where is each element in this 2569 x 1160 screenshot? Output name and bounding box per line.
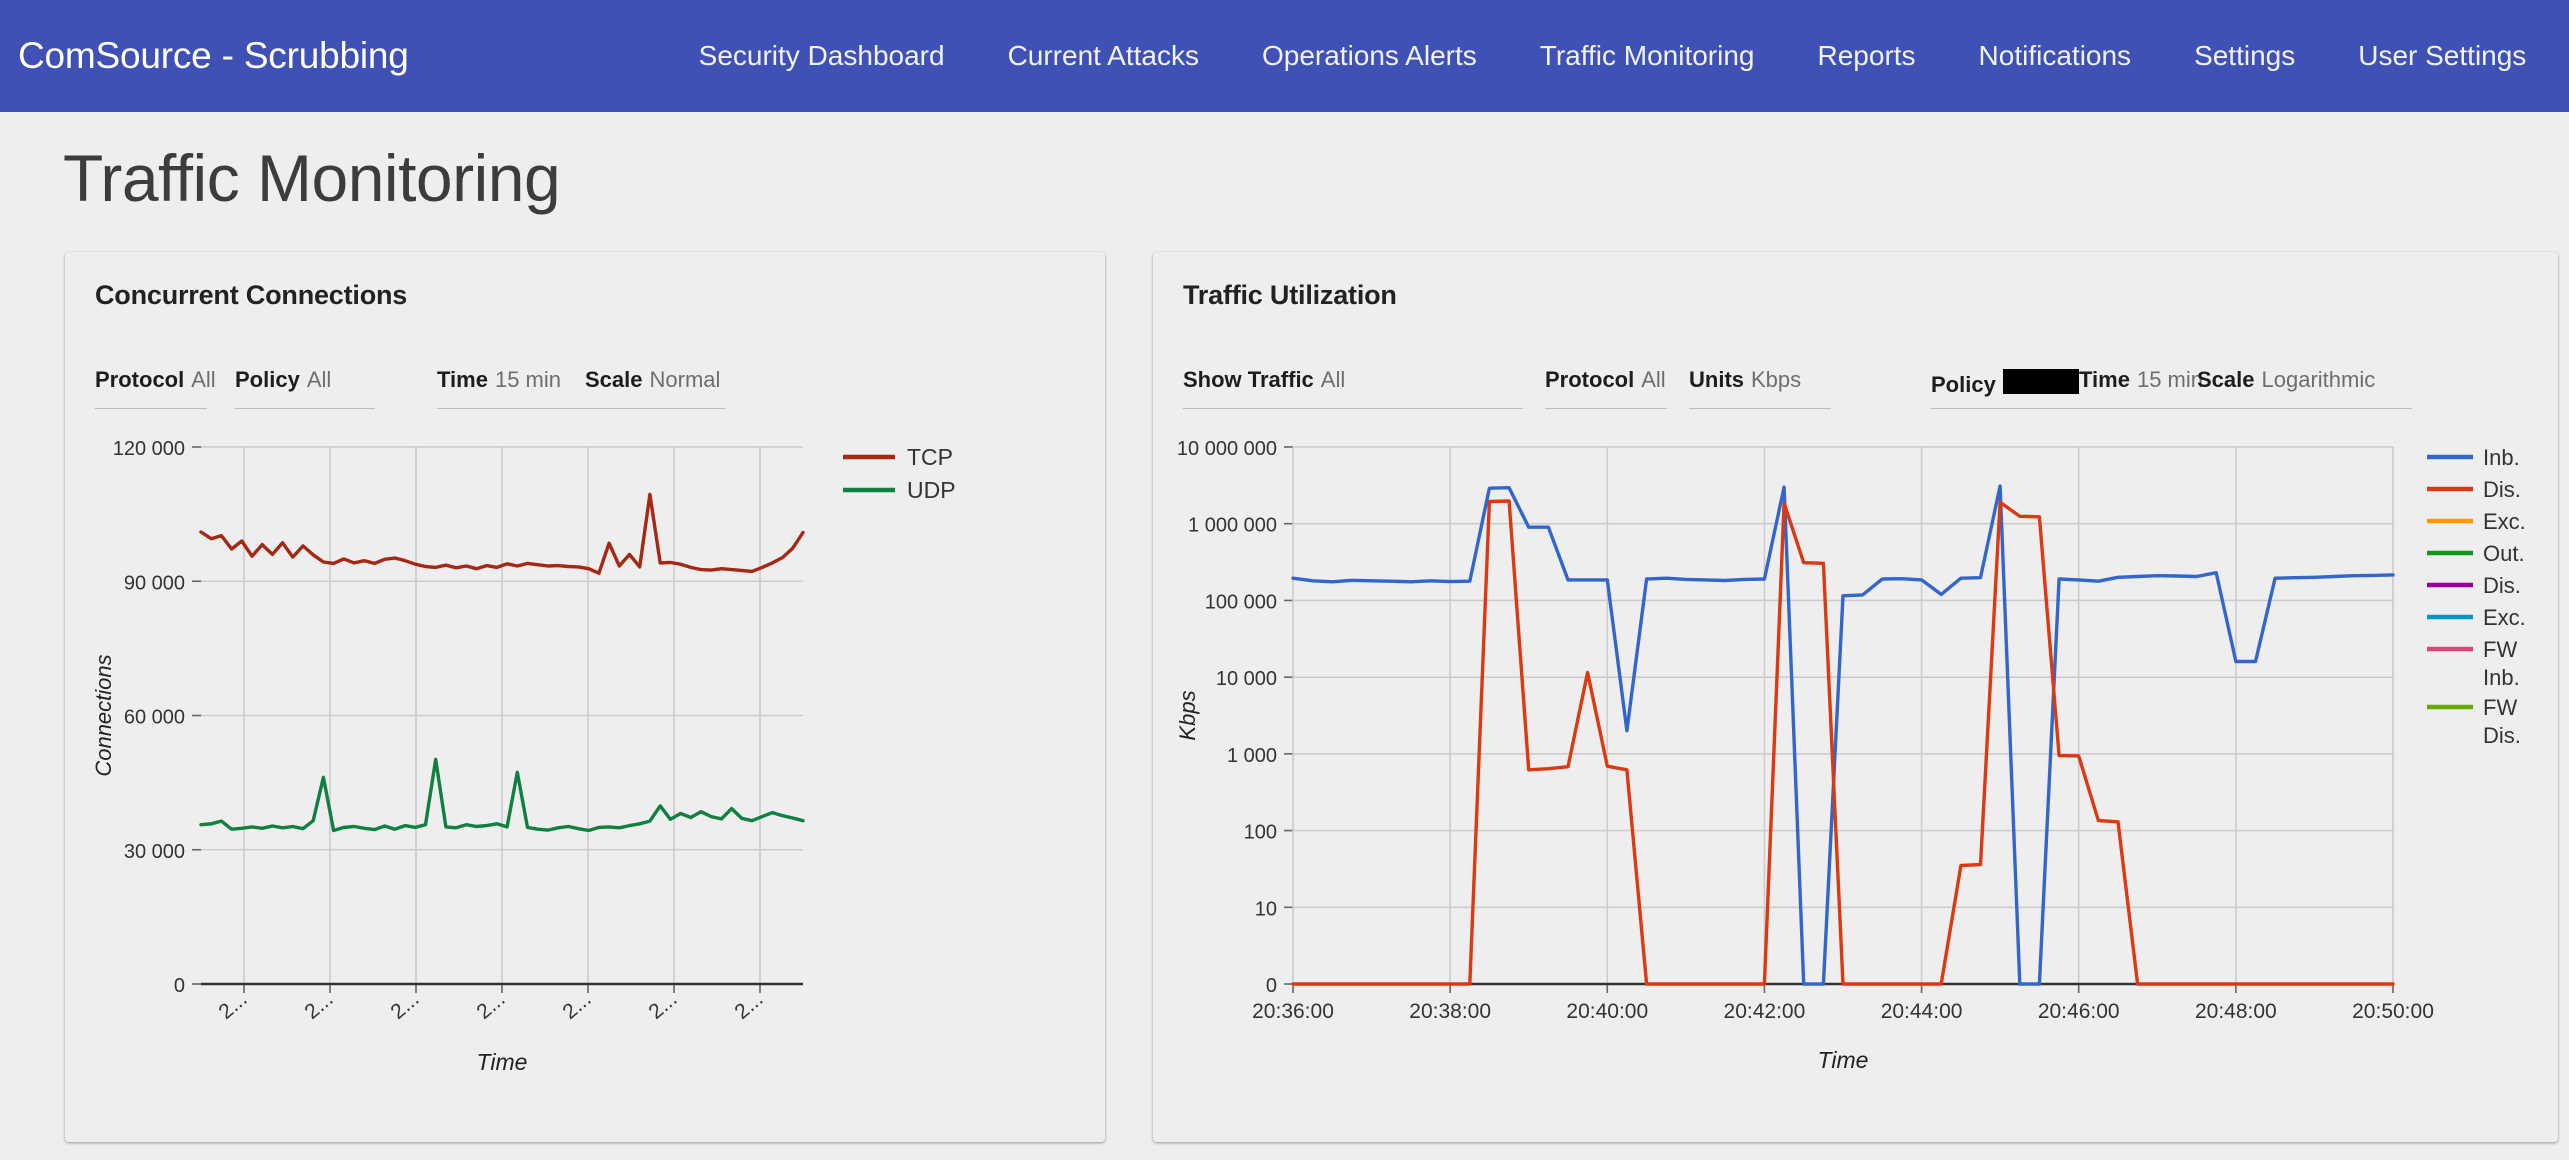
svg-text:Dis.: Dis. (2483, 573, 2521, 598)
svg-text:0: 0 (1266, 975, 1277, 997)
utilization-protocol-value: All (1641, 367, 1666, 392)
connections-scale-value: Normal (649, 367, 721, 392)
svg-text:1 000: 1 000 (1227, 745, 1277, 767)
svg-text:100 000: 100 000 (1205, 591, 1277, 613)
top-navigation-bar: ComSource - Scrubbing Security Dashboard… (0, 0, 2569, 112)
svg-text:FW: FW (2483, 637, 2517, 662)
utilization-units-value: Kbps (1751, 367, 1802, 392)
svg-text:Inb.: Inb. (2483, 445, 2520, 470)
utilization-scale-label: Scale (2197, 367, 2255, 392)
svg-text:2...: 2... (386, 987, 423, 1023)
svg-text:Kbps: Kbps (1175, 690, 1200, 740)
nav-link-traffic-monitoring[interactable]: Traffic Monitoring (1540, 40, 1755, 72)
utilization-units-filter[interactable]: Units Kbps (1689, 367, 1831, 409)
card-concurrent-connections: Concurrent Connections Protocol All Poli… (65, 252, 1105, 1142)
chart-concurrent-connections[interactable]: 0 30 000 60 000 90 000 120 000 2... 2... 2... 2.… (83, 419, 1083, 1079)
utilization-scale-value: Logarithmic (2261, 367, 2376, 392)
svg-text:20:40:00: 20:40:00 (1566, 1000, 1648, 1023)
main-nav-links: Security Dashboard Current Attacks Opera… (699, 40, 2527, 72)
svg-text:Out.: Out. (2483, 541, 2525, 566)
nav-link-notifications[interactable]: Notifications (1979, 40, 2132, 72)
connections-time-value: 15 min (494, 367, 561, 392)
utilization-protocol-filter[interactable]: Protocol All (1545, 367, 1667, 409)
nav-link-security-dashboard[interactable]: Security Dashboard (699, 40, 945, 72)
nav-link-current-attacks[interactable]: Current Attacks (1008, 40, 1199, 72)
connections-chart-svg: 0 30 000 60 000 90 000 120 000 2... 2... 2... 2.… (91, 438, 956, 1075)
svg-text:FW: FW (2483, 695, 2517, 720)
svg-text:30 000: 30 000 (124, 841, 185, 863)
svg-text:20:50:00: 20:50:00 (2352, 1000, 2434, 1023)
nav-link-reports[interactable]: Reports (1818, 40, 1916, 72)
card-title-concurrent-connections: Concurrent Connections (95, 280, 408, 310)
card-traffic-utilization: Traffic Utilization Show Traffic All Pro… (1153, 252, 2558, 1142)
svg-text:Exc.: Exc. (2483, 605, 2526, 630)
svg-text:0: 0 (174, 975, 185, 997)
svg-text:Time: Time (477, 1049, 528, 1075)
nav-link-settings[interactable]: Settings (2194, 40, 2295, 72)
app-brand-title[interactable]: ComSource - Scrubbing (18, 35, 409, 77)
svg-text:Inb.: Inb. (2483, 665, 2520, 690)
connections-protocol-label: Protocol (95, 367, 185, 392)
connections-time-label: Time (437, 367, 488, 392)
chart-traffic-utilization[interactable]: 0 10 100 1 000 10 000 100 000 1 000 000 10 000 … (1165, 419, 2545, 1079)
dashboard-cards-row: Concurrent Connections Protocol All Poli… (65, 252, 2569, 1142)
svg-text:20:36:00: 20:36:00 (1252, 1000, 1334, 1023)
connections-controls-bar: Protocol All Policy All Time 15 min Scal… (65, 363, 1105, 409)
svg-text:2...: 2... (644, 987, 681, 1023)
connections-scale-filter[interactable]: Scale Normal (585, 367, 725, 409)
connections-scale-label: Scale (585, 367, 643, 392)
svg-text:20:38:00: 20:38:00 (1409, 1000, 1491, 1023)
svg-text:60 000: 60 000 (124, 707, 185, 729)
connections-policy-label: Policy (235, 367, 300, 392)
svg-text:TCP: TCP (907, 444, 953, 470)
svg-text:2...: 2... (730, 987, 767, 1023)
svg-text:UDP: UDP (907, 477, 956, 503)
svg-text:1 000 000: 1 000 000 (1188, 515, 1277, 537)
svg-text:20:42:00: 20:42:00 (1724, 1000, 1806, 1023)
svg-text:Time: Time (1818, 1047, 1869, 1073)
svg-text:20:48:00: 20:48:00 (2195, 1000, 2277, 1023)
utilization-show-traffic-value: All (1320, 367, 1346, 392)
svg-text:2...: 2... (300, 987, 337, 1023)
nav-link-user-settings[interactable]: User Settings (2358, 40, 2526, 72)
connections-protocol-filter[interactable]: Protocol All (95, 367, 216, 409)
utilization-show-traffic-label: Show Traffic (1183, 367, 1314, 392)
svg-text:20:44:00: 20:44:00 (1881, 1000, 1963, 1023)
svg-text:Dis.: Dis. (2483, 723, 2521, 748)
svg-text:10: 10 (1255, 898, 1277, 920)
svg-text:100: 100 (1244, 822, 1277, 844)
svg-text:Connections: Connections (91, 654, 116, 776)
svg-text:20:46:00: 20:46:00 (2038, 1000, 2120, 1023)
svg-text:Dis.: Dis. (2483, 477, 2521, 502)
svg-text:2...: 2... (214, 987, 251, 1023)
page-title: Traffic Monitoring (63, 141, 561, 215)
utilization-scale-filter[interactable]: Scale Logarithmic (2197, 367, 2412, 409)
utilization-policy-filter[interactable]: Policy (1931, 367, 2079, 409)
svg-text:10 000: 10 000 (1216, 668, 1277, 690)
connections-time-filter[interactable]: Time 15 min (437, 367, 585, 409)
connections-protocol-value: All (191, 367, 216, 392)
svg-text:2...: 2... (558, 987, 595, 1023)
svg-text:2...: 2... (472, 987, 509, 1023)
utilization-protocol-label: Protocol (1545, 367, 1635, 392)
nav-link-operations-alerts[interactable]: Operations Alerts (1262, 40, 1477, 72)
utilization-show-traffic-filter[interactable]: Show Traffic All (1183, 367, 1523, 409)
utilization-time-label: Time (2079, 367, 2130, 392)
svg-text:120 000: 120 000 (113, 438, 185, 460)
svg-text:90 000: 90 000 (124, 572, 185, 594)
connections-policy-value: All (306, 367, 332, 392)
utilization-time-value: 15 min (2136, 367, 2203, 392)
utilization-chart-svg: 0 10 100 1 000 10 000 100 000 1 000 000 10 000 … (1175, 438, 2526, 1073)
utilization-time-filter[interactable]: Time 15 min (2079, 367, 2203, 409)
utilization-controls-bar: Show Traffic All Protocol All Units Kbps… (1153, 363, 2558, 409)
connections-policy-filter[interactable]: Policy All (235, 367, 375, 409)
card-title-traffic-utilization: Traffic Utilization (1183, 280, 1397, 310)
svg-text:10 000 000: 10 000 000 (1177, 438, 1277, 460)
svg-text:Exc.: Exc. (2483, 509, 2526, 534)
utilization-policy-redacted-value (2002, 369, 2079, 394)
utilization-policy-label: Policy (1931, 372, 1996, 397)
utilization-units-label: Units (1689, 367, 1744, 392)
